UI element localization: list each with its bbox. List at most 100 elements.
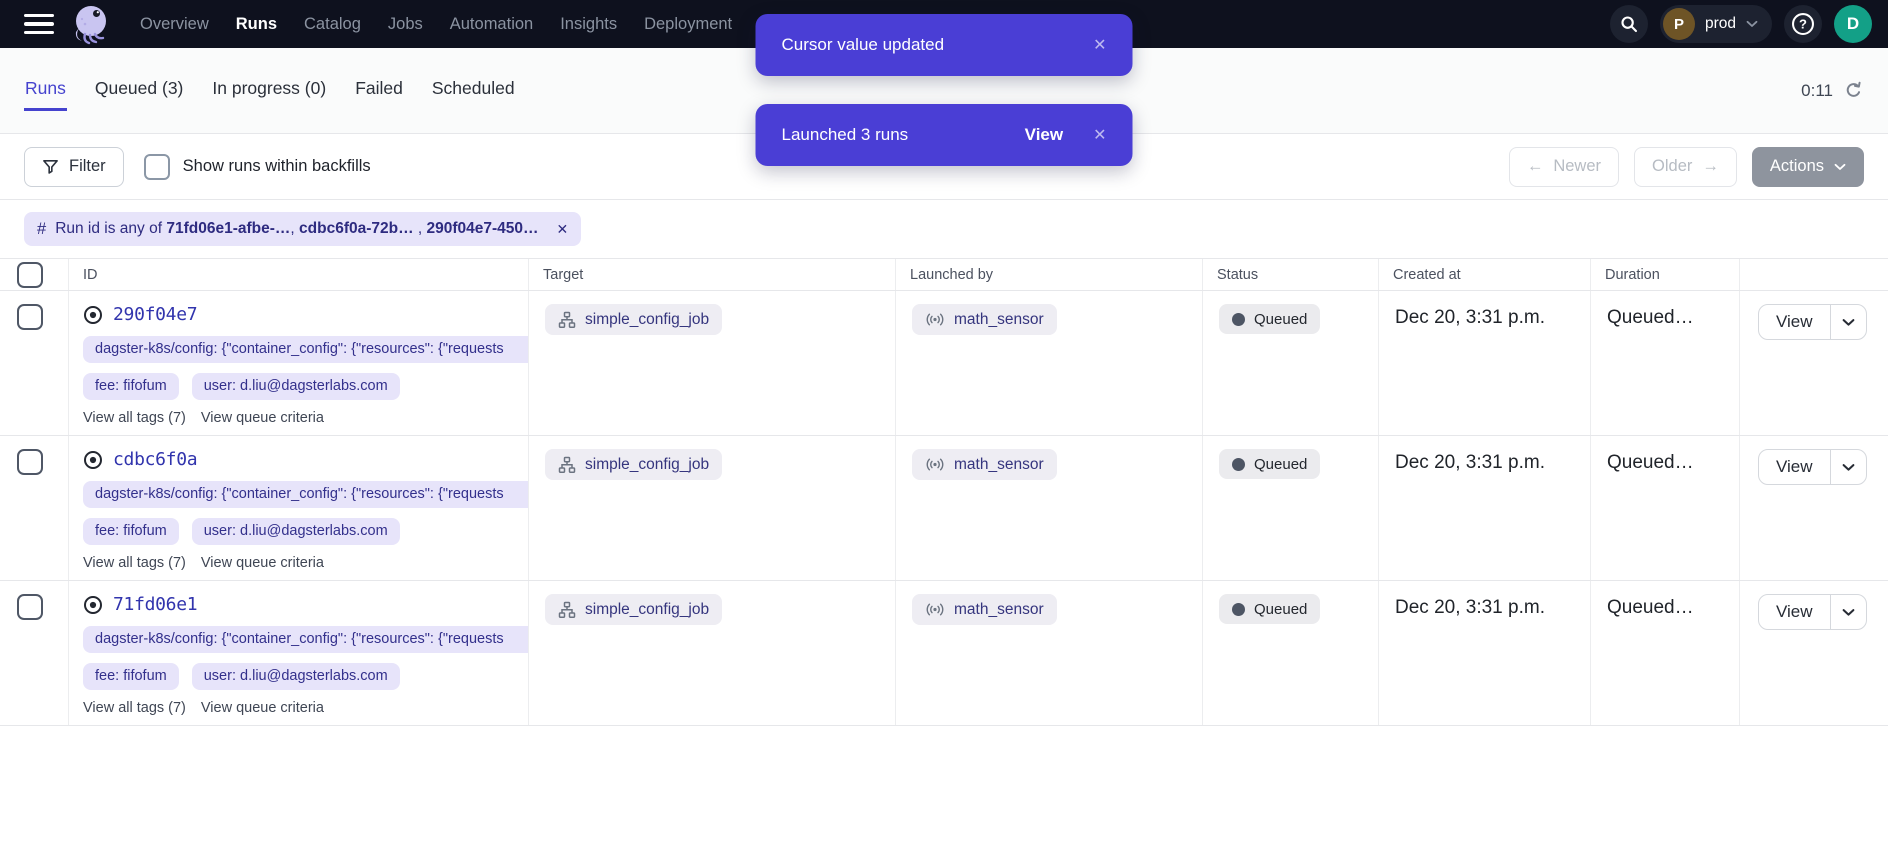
older-button[interactable]: Older → bbox=[1634, 147, 1737, 187]
nav-item-overview[interactable]: Overview bbox=[140, 15, 209, 34]
view-dropdown-toggle[interactable] bbox=[1830, 595, 1866, 629]
view-button[interactable]: View bbox=[1759, 305, 1830, 339]
job-icon bbox=[558, 311, 576, 329]
toast-close-icon[interactable]: ✕ bbox=[1093, 125, 1106, 145]
user-tag[interactable]: user: d.liu@dagsterlabs.com bbox=[192, 663, 400, 690]
chevron-down-icon bbox=[1746, 20, 1758, 28]
tab-scheduled[interactable]: Scheduled bbox=[431, 70, 516, 111]
search-button[interactable] bbox=[1610, 5, 1648, 43]
tab-queued[interactable]: Queued (3) bbox=[94, 70, 185, 111]
help-icon: ? bbox=[1790, 11, 1816, 37]
toast-close-icon[interactable]: ✕ bbox=[1093, 35, 1106, 55]
view-queue-criteria-link[interactable]: View queue criteria bbox=[201, 410, 324, 426]
run-status-icon bbox=[83, 450, 103, 470]
arrow-left-icon: ← bbox=[1527, 157, 1544, 176]
target-job-pill[interactable]: simple_config_job bbox=[545, 449, 722, 480]
created-at-cell: Dec 20, 3:31 p.m. bbox=[1379, 291, 1591, 435]
view-dropdown-toggle[interactable] bbox=[1830, 305, 1866, 339]
header-target: Target bbox=[529, 259, 896, 290]
row-checkbox[interactable] bbox=[17, 449, 43, 475]
tab-failed[interactable]: Failed bbox=[354, 70, 404, 111]
nav-item-catalog[interactable]: Catalog bbox=[304, 15, 361, 34]
run-id-link[interactable]: 71fd06e1 bbox=[113, 594, 197, 615]
duration-cell: Queued… bbox=[1591, 581, 1740, 725]
fee-tag[interactable]: fee: fifofum bbox=[83, 663, 179, 690]
filter-chip-row: # Run id is any of 71fd06e1-afbe-…, cdbc… bbox=[0, 200, 1888, 258]
show-backfills-label: Show runs within backfills bbox=[183, 157, 371, 176]
chevron-down-icon bbox=[1834, 163, 1846, 171]
hamburger-menu-icon[interactable] bbox=[24, 14, 54, 34]
k8s-config-tag[interactable]: dagster-k8s/config: {"container_config":… bbox=[83, 481, 529, 508]
help-button[interactable]: ? bbox=[1784, 5, 1822, 43]
k8s-config-tag[interactable]: dagster-k8s/config: {"container_config":… bbox=[83, 626, 529, 653]
chevron-down-icon bbox=[1842, 608, 1855, 617]
status-dot-icon bbox=[1232, 458, 1245, 471]
topnav-right: P prod ? D bbox=[1610, 5, 1872, 43]
view-queue-criteria-link[interactable]: View queue criteria bbox=[201, 555, 324, 571]
status-badge: Queued bbox=[1219, 594, 1320, 624]
view-all-tags-link[interactable]: View all tags (7) bbox=[83, 700, 186, 716]
created-at-cell: Dec 20, 3:31 p.m. bbox=[1379, 436, 1591, 580]
view-button[interactable]: View bbox=[1759, 595, 1830, 629]
refresh-countdown: 0:11 bbox=[1801, 81, 1833, 101]
nav-item-insights[interactable]: Insights bbox=[560, 15, 617, 34]
fee-tag[interactable]: fee: fifofum bbox=[83, 373, 179, 400]
nav-item-automation[interactable]: Automation bbox=[450, 15, 533, 34]
view-queue-criteria-link[interactable]: View queue criteria bbox=[201, 700, 324, 716]
runs-table-header: ID Target Launched by Status Created at … bbox=[0, 258, 1888, 291]
fee-tag[interactable]: fee: fifofum bbox=[83, 518, 179, 545]
select-all-checkbox[interactable] bbox=[17, 262, 43, 288]
run-id-filter-chip[interactable]: # Run id is any of 71fd06e1-afbe-…, cdbc… bbox=[24, 212, 581, 246]
user-tag[interactable]: user: d.liu@dagsterlabs.com bbox=[192, 373, 400, 400]
view-dropdown-toggle[interactable] bbox=[1830, 450, 1866, 484]
dagster-logo-icon[interactable] bbox=[68, 1, 114, 47]
target-job-pill[interactable]: simple_config_job bbox=[545, 304, 722, 335]
nav-item-jobs[interactable]: Jobs bbox=[388, 15, 423, 34]
launched-by-pill[interactable]: math_sensor bbox=[912, 304, 1057, 335]
show-backfills-checkbox[interactable] bbox=[144, 154, 170, 180]
table-row: 71fd06e1 dagster-k8s/config: {"container… bbox=[0, 581, 1888, 726]
target-job-pill[interactable]: simple_config_job bbox=[545, 594, 722, 625]
filter-chip-segment: , bbox=[290, 220, 299, 237]
tab-in-progress[interactable]: In progress (0) bbox=[211, 70, 327, 111]
refresh-icon[interactable] bbox=[1843, 80, 1864, 101]
launched-by-pill[interactable]: math_sensor bbox=[912, 594, 1057, 625]
job-icon bbox=[558, 456, 576, 474]
sensor-icon bbox=[925, 457, 945, 472]
newer-button[interactable]: ← Newer bbox=[1509, 147, 1619, 187]
environment-switcher[interactable]: P prod bbox=[1660, 5, 1772, 43]
row-checkbox[interactable] bbox=[17, 304, 43, 330]
view-split-button: View bbox=[1758, 304, 1867, 340]
toast-view-action[interactable]: View bbox=[1025, 125, 1063, 145]
runs-table-body: 290f04e7 dagster-k8s/config: {"container… bbox=[0, 291, 1888, 726]
table-row: cdbc6f0a dagster-k8s/config: {"container… bbox=[0, 436, 1888, 581]
user-avatar[interactable]: D bbox=[1834, 5, 1872, 43]
launched-by-pill[interactable]: math_sensor bbox=[912, 449, 1057, 480]
nav-item-deployment[interactable]: Deployment bbox=[644, 15, 732, 34]
tab-runs[interactable]: Runs bbox=[24, 70, 67, 111]
chip-close-icon[interactable]: ✕ bbox=[557, 221, 569, 238]
nav-item-runs[interactable]: Runs bbox=[236, 15, 277, 34]
created-at-cell: Dec 20, 3:31 p.m. bbox=[1379, 581, 1591, 725]
arrow-right-icon: → bbox=[1702, 157, 1719, 176]
sensor-icon bbox=[925, 312, 945, 327]
status-badge: Queued bbox=[1219, 304, 1320, 334]
status-badge: Queued bbox=[1219, 449, 1320, 479]
filter-button[interactable]: Filter bbox=[24, 147, 124, 187]
status-dot-icon bbox=[1232, 603, 1245, 616]
filter-chip-text: Run id is any of 71fd06e1-afbe-…, cdbc6f… bbox=[55, 220, 538, 238]
view-button[interactable]: View bbox=[1759, 450, 1830, 484]
chevron-down-icon bbox=[1842, 463, 1855, 472]
k8s-config-tag[interactable]: dagster-k8s/config: {"container_config":… bbox=[83, 336, 529, 363]
row-checkbox[interactable] bbox=[17, 594, 43, 620]
header-created-at: Created at bbox=[1379, 259, 1591, 290]
user-tag[interactable]: user: d.liu@dagsterlabs.com bbox=[192, 518, 400, 545]
view-all-tags-link[interactable]: View all tags (7) bbox=[83, 410, 186, 426]
view-all-tags-link[interactable]: View all tags (7) bbox=[83, 555, 186, 571]
duration-cell: Queued… bbox=[1591, 291, 1740, 435]
environment-name: prod bbox=[1705, 15, 1736, 33]
run-id-link[interactable]: cdbc6f0a bbox=[113, 449, 197, 470]
sensor-icon bbox=[925, 602, 945, 617]
actions-button[interactable]: Actions bbox=[1752, 147, 1864, 187]
run-id-link[interactable]: 290f04e7 bbox=[113, 304, 197, 325]
